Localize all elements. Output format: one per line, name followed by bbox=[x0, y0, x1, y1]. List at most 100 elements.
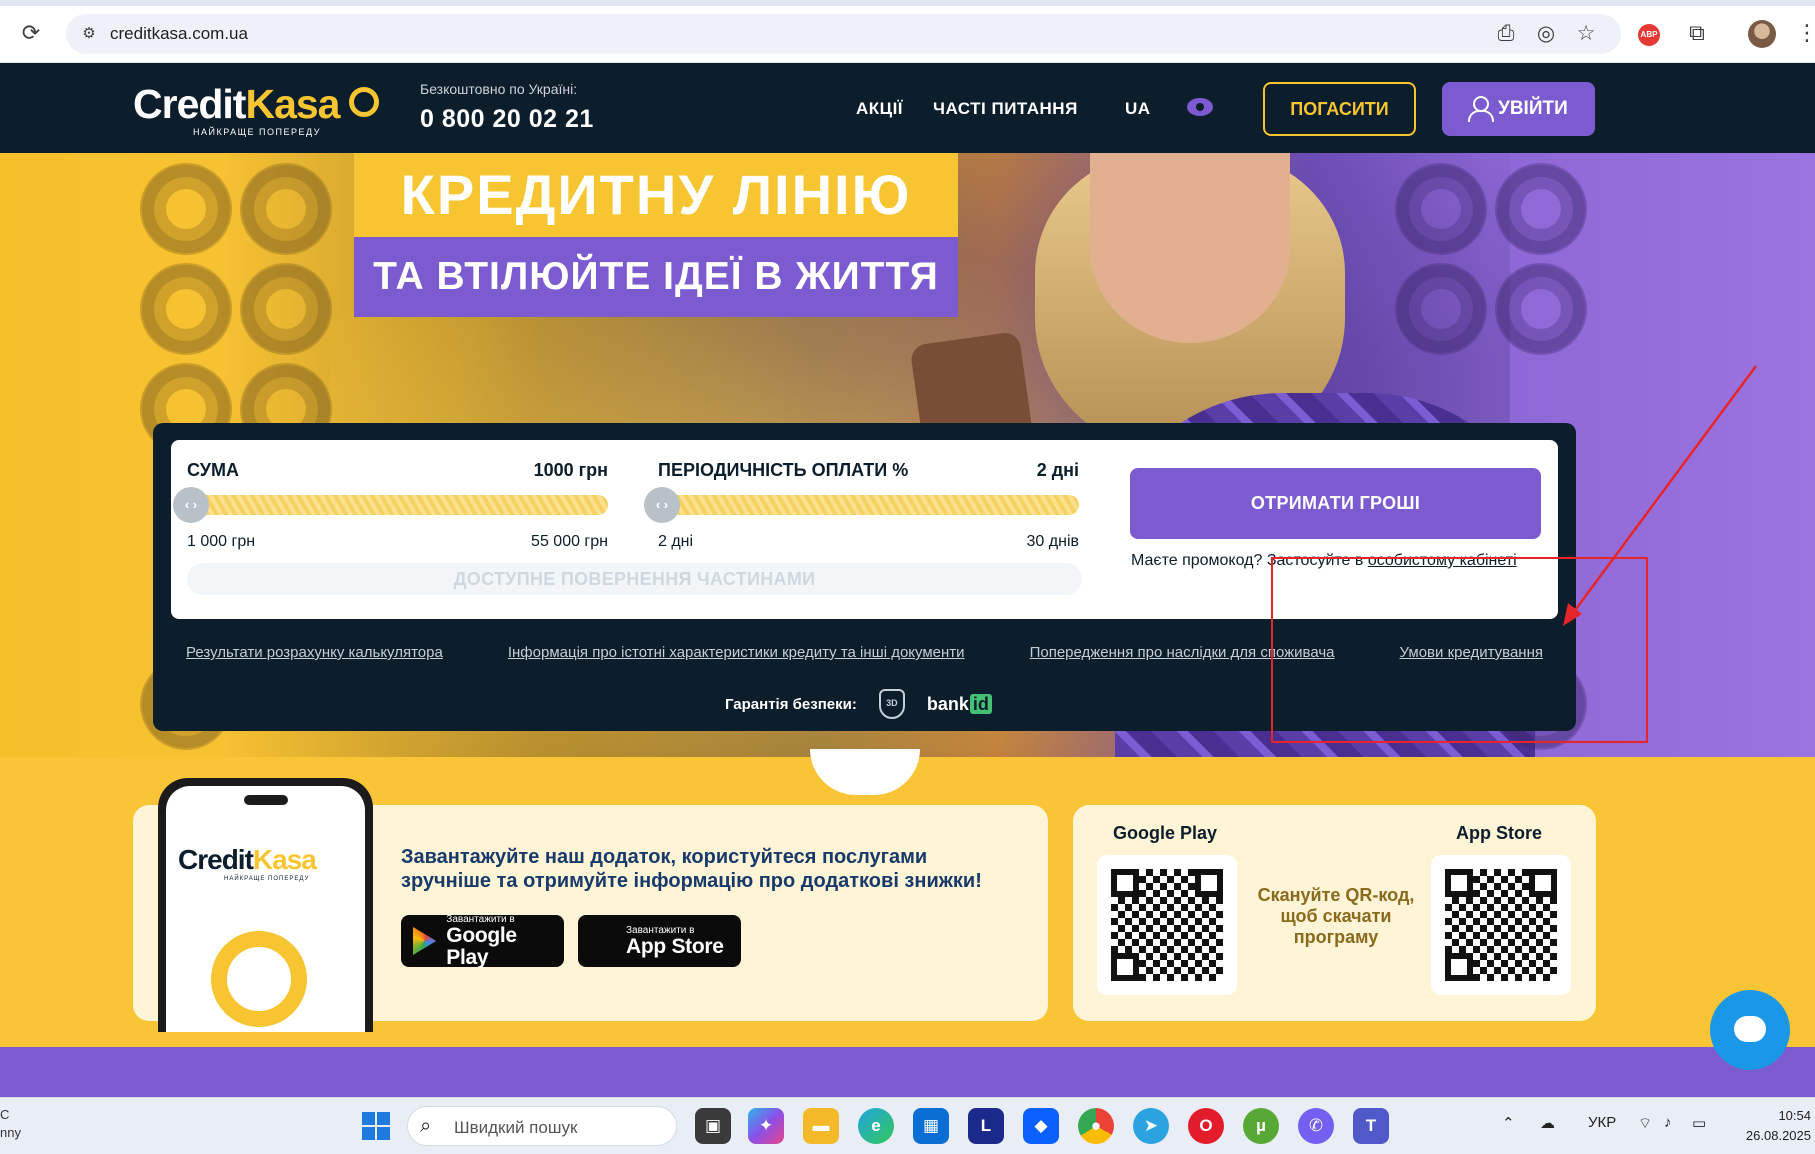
task-view-icon[interactable]: ▣ bbox=[695, 1108, 731, 1144]
nav-faq[interactable]: ЧАСТІ ПИТАННЯ bbox=[933, 99, 1078, 119]
user-icon bbox=[1468, 96, 1494, 122]
search-icon: ⌕ bbox=[420, 1115, 432, 1137]
app-download-section: CreditKasa НАЙКРАЩЕ ПОПЕРЕДУ Завантажуйт… bbox=[0, 749, 1815, 1047]
section-notch bbox=[810, 749, 920, 795]
battery-icon[interactable]: ▭ bbox=[1692, 1114, 1706, 1132]
volume-icon[interactable]: ♪ bbox=[1664, 1114, 1672, 1131]
telegram-icon[interactable]: ➤ bbox=[1133, 1108, 1169, 1144]
clock-time: 10:54 bbox=[1778, 1108, 1811, 1123]
qr-google-title: Google Play bbox=[1113, 823, 1218, 843]
decor-ring bbox=[1395, 163, 1487, 255]
decor-ring bbox=[1395, 263, 1487, 355]
copilot-icon[interactable]: ✦ bbox=[748, 1108, 784, 1144]
app-store-button[interactable]: Завантажити в App Store bbox=[578, 915, 741, 967]
qr-apple-box bbox=[1431, 855, 1571, 995]
bookmark-star-icon[interactable]: ☆ bbox=[1566, 14, 1606, 54]
amount-slider-handle[interactable]: ‹ › bbox=[173, 487, 209, 523]
chat-bubble-icon bbox=[1734, 1016, 1766, 1042]
edge-icon[interactable]: e bbox=[858, 1108, 894, 1144]
decor-ring bbox=[240, 163, 332, 255]
google-play-button[interactable]: Завантажити в Google Play bbox=[401, 914, 564, 968]
phone-speaker bbox=[244, 795, 288, 805]
security-guarantee: Гарантія безпеки: 3D bank id bbox=[725, 687, 992, 721]
qr-caption: Скануйте QR-код, щоб скачати програму bbox=[1257, 885, 1415, 947]
logo-cursor-icon bbox=[349, 87, 379, 117]
link-calc-results[interactable]: Результати розрахунку калькулятора bbox=[186, 644, 443, 661]
link-credit-info[interactable]: Інформація про істотні характеристики кр… bbox=[508, 644, 965, 661]
teams-icon[interactable]: T bbox=[1353, 1108, 1389, 1144]
utorrent-icon[interactable]: µ bbox=[1243, 1108, 1279, 1144]
viber-icon[interactable]: ✆ bbox=[1298, 1108, 1334, 1144]
qr-google-box bbox=[1097, 855, 1237, 995]
reload-icon[interactable]: ⟳ bbox=[18, 20, 44, 46]
chrome-icon[interactable]: ● bbox=[1078, 1108, 1114, 1144]
google-play-icon bbox=[413, 927, 437, 955]
hero-subheadline: ТА ВТІЛЮЙТЕ ІДЕЇ В ЖИТТЯ bbox=[354, 237, 958, 317]
taskbar-clock[interactable]: 10:54 26.08.2025 bbox=[1735, 1106, 1811, 1146]
amount-max: 55 000 грн bbox=[531, 533, 608, 550]
get-money-button[interactable]: ОТРИМАТИ ГРОШІ bbox=[1130, 468, 1541, 539]
omnibox-actions: ⎙ ◎ ☆ bbox=[1486, 14, 1606, 54]
windows-taskbar: Сnny ⌕ Швидкий пошук ▣ ✦ ▬ e ▦ L ◆ ● ➤ O… bbox=[0, 1097, 1815, 1154]
partial-repayment-toggle[interactable]: ДОСТУПНЕ ПОВЕРНЕННЯ ЧАСТИНАМИ bbox=[187, 563, 1082, 595]
amount-slider-block: СУМА 1000 грн ‹ › 1 000 грн 55 000 грн bbox=[173, 460, 608, 551]
app-promo-text: Завантажуйте наш додаток, користуйтеся п… bbox=[401, 846, 982, 892]
file-explorer-icon[interactable]: ▬ bbox=[803, 1108, 839, 1144]
nav-promotions[interactable]: АКЦІЇ bbox=[856, 99, 903, 119]
install-app-icon[interactable]: ⎙ bbox=[1486, 14, 1526, 54]
accessibility-eye-icon[interactable] bbox=[1187, 98, 1213, 116]
weather-widget[interactable]: Сnny bbox=[0, 1106, 21, 1142]
extensions-puzzle-icon[interactable]: ⧉ bbox=[1682, 18, 1712, 48]
dropbox-icon[interactable]: ◆ bbox=[1023, 1108, 1059, 1144]
lingvo-icon[interactable]: L bbox=[968, 1108, 1004, 1144]
app-store-big: App Store bbox=[626, 934, 724, 958]
language-indicator[interactable]: УКР bbox=[1588, 1114, 1616, 1131]
store-icon[interactable]: ▦ bbox=[913, 1108, 949, 1144]
amount-slider[interactable]: ‹ › bbox=[173, 487, 608, 523]
amount-label: СУМА bbox=[187, 460, 239, 480]
more-menu-icon[interactable]: ⋮ bbox=[1796, 18, 1815, 48]
login-button[interactable]: УВІЙТИ bbox=[1442, 82, 1595, 136]
app-promo-card: CreditKasa НАЙКРАЩЕ ПОПЕРЕДУ Завантажуйт… bbox=[133, 778, 1048, 1032]
bankid-bank: bank bbox=[926, 693, 969, 714]
footer-band bbox=[0, 1047, 1815, 1097]
clock-date: 26.08.2025 bbox=[1745, 1128, 1811, 1143]
url-text[interactable]: creditkasa.com.ua bbox=[110, 24, 248, 44]
apple-icon bbox=[590, 926, 616, 956]
qr-code-app-store bbox=[1445, 869, 1557, 981]
address-bar[interactable]: ⚙ creditkasa.com.ua bbox=[66, 14, 1621, 54]
profile-avatar[interactable] bbox=[1748, 20, 1776, 48]
site-logo[interactable]: CreditKasa НАЙКРАЩЕ ПОПЕРЕДУ bbox=[133, 81, 340, 137]
chat-button[interactable] bbox=[1710, 990, 1790, 1070]
period-slider[interactable]: ‹ › bbox=[644, 487, 1079, 523]
period-slider-block: ПЕРІОДИЧНІСТЬ ОПЛАТИ % 2 дні ‹ › 2 дні 3… bbox=[644, 460, 1079, 551]
tray-overflow-icon[interactable]: ⌃ bbox=[1502, 1114, 1515, 1132]
decor-ring bbox=[1495, 263, 1587, 355]
amount-value: 1000 грн bbox=[533, 460, 608, 480]
period-label: ПЕРІОДИЧНІСТЬ ОПЛАТИ % bbox=[658, 460, 909, 480]
repay-button[interactable]: ПОГАСИТИ bbox=[1263, 82, 1416, 136]
onedrive-icon[interactable]: ☁ bbox=[1540, 1114, 1555, 1132]
adblock-extension-icon[interactable]: ABP bbox=[1638, 24, 1660, 46]
decor-ring bbox=[140, 263, 232, 355]
app-store-small: Завантажити в bbox=[626, 924, 695, 936]
cursor-logo-icon bbox=[211, 931, 307, 1027]
site-header: CreditKasa НАЙКРАЩЕ ПОПЕРЕДУ Безкоштовно… bbox=[0, 63, 1815, 153]
opera-icon[interactable]: O bbox=[1188, 1108, 1224, 1144]
logo-kasa: Kasa bbox=[245, 81, 340, 127]
eye-slash-icon[interactable]: ◎ bbox=[1526, 14, 1566, 54]
wifi-icon[interactable]: ⌔ bbox=[1638, 1114, 1652, 1133]
windows-start-icon[interactable] bbox=[362, 1112, 390, 1140]
search-placeholder: Швидкий пошук bbox=[454, 1118, 578, 1137]
period-max: 30 днів bbox=[1026, 533, 1079, 550]
taskbar-search[interactable]: ⌕ Швидкий пошук bbox=[407, 1106, 677, 1146]
nav-language[interactable]: UA bbox=[1125, 99, 1151, 119]
period-slider-handle[interactable]: ‹ › bbox=[644, 487, 680, 523]
site-info-icon[interactable]: ⚙ bbox=[78, 23, 100, 45]
login-label: УВІЙТИ bbox=[1498, 98, 1568, 119]
decor-ring bbox=[240, 263, 332, 355]
logo-tagline: НАЙКРАЩЕ ПОПЕРЕДУ bbox=[193, 127, 321, 137]
phone-number[interactable]: 0 800 20 02 21 bbox=[420, 105, 594, 134]
period-value: 2 дні bbox=[1036, 460, 1079, 480]
browser-toolbar: ⟳ ⚙ creditkasa.com.ua ⎙ ◎ ☆ ABP ⧉ ⋮ bbox=[0, 0, 1815, 63]
